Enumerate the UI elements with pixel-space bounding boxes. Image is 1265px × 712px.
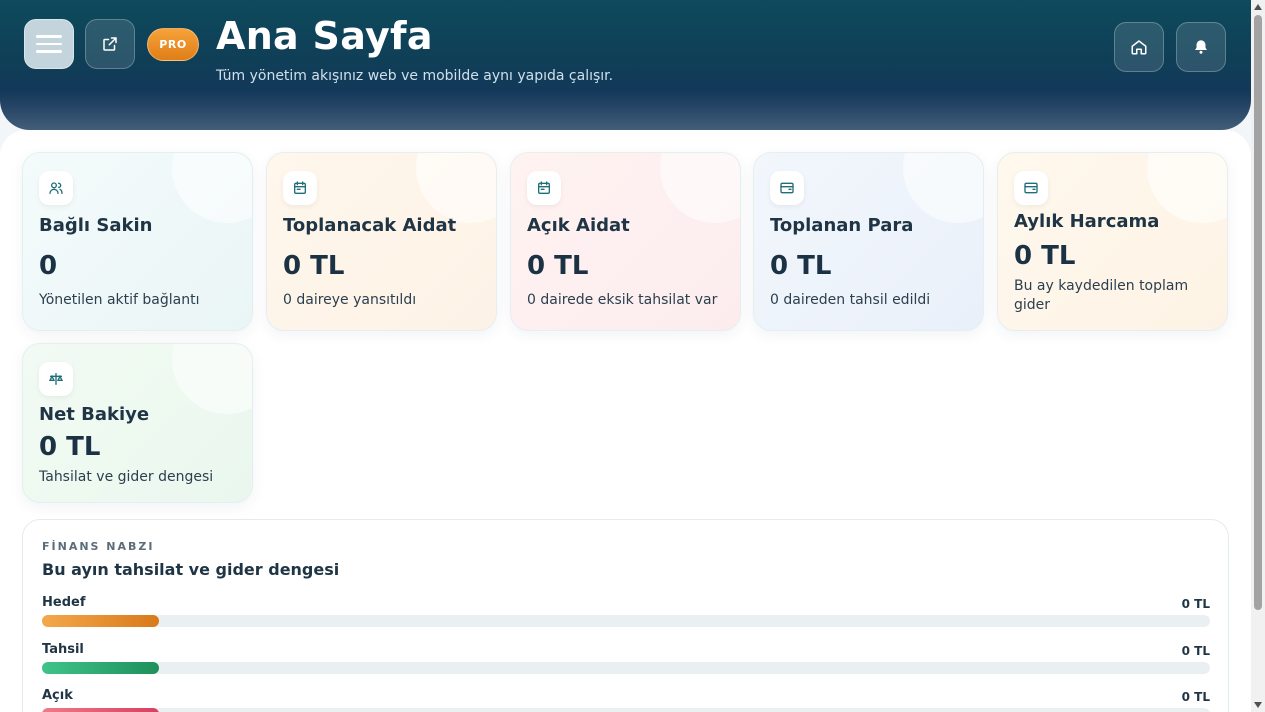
- stat-card-collected[interactable]: Toplanan Para 0 TL 0 daireden tahsil edi…: [753, 152, 984, 331]
- home-button[interactable]: [1114, 22, 1164, 72]
- stat-card-open-dues[interactable]: Açık Aidat 0 TL 0 dairede eksik tahsilat…: [510, 152, 741, 331]
- card-title: Net Bakiye: [39, 404, 150, 425]
- card-title: Toplanan Para: [770, 215, 914, 236]
- vertical-scrollbar[interactable]: [1251, 0, 1265, 712]
- progress-row-target: Hedef 0 TL: [42, 595, 1210, 631]
- stat-card-dues-to-collect[interactable]: Toplanacak Aidat 0 TL 0 daireye yansıtıl…: [266, 152, 497, 331]
- scroll-down-arrow-icon[interactable]: [1254, 702, 1262, 708]
- notifications-button[interactable]: [1176, 22, 1226, 72]
- home-icon: [1131, 40, 1147, 55]
- app-page: PRO Ana Sayfa Tüm yönetim akışınız web v…: [0, 0, 1251, 712]
- card-title: Açık Aidat: [527, 215, 630, 236]
- progress-row-open: Açık 0 TL: [42, 688, 1210, 712]
- stat-card-residents[interactable]: Bağlı Sakin 0 Yönetilen aktif bağlantı: [22, 152, 253, 331]
- card-value: 0 TL: [770, 251, 832, 281]
- card-description: Tahsilat ve gider dengesi: [39, 469, 214, 485]
- page-subtitle: Tüm yönetim akışınız web ve mobilde aynı…: [216, 68, 614, 84]
- progress-label: Tahsil: [42, 642, 84, 657]
- finance-pulse-panel: FİNANS NABZI Bu ayın tahsilat ve gider d…: [22, 519, 1229, 712]
- card-title: Bağlı Sakin: [39, 215, 153, 236]
- card-value: 0 TL: [39, 432, 101, 462]
- bell-icon: [1195, 40, 1207, 54]
- card-value: 0 TL: [527, 251, 589, 281]
- calendar-icon: [527, 171, 561, 205]
- card-description: Bu ay kaydedilen toplam gider: [1014, 278, 1189, 313]
- page-header: PRO Ana Sayfa Tüm yönetim akışınız web v…: [0, 0, 1251, 130]
- card-title: Aylık Harcama: [1014, 211, 1160, 232]
- page-title: Ana Sayfa: [216, 14, 433, 58]
- progress-row-collected: Tahsil 0 TL: [42, 642, 1210, 678]
- calendar-icon: [283, 171, 317, 205]
- card-description: 0 dairede eksik tahsilat var: [527, 292, 718, 308]
- progress-value: 0 TL: [1181, 644, 1210, 658]
- card-description: 0 daireye yansıtıldı: [283, 292, 417, 308]
- card-description: 0 daireden tahsil edildi: [770, 292, 931, 308]
- progress-value: 0 TL: [1181, 690, 1210, 704]
- wallet-icon: [770, 171, 804, 205]
- stat-card-net-balance[interactable]: Net Bakiye 0 TL Tahsilat ve gider denges…: [22, 343, 253, 503]
- section-eyebrow: FİNANS NABZI: [42, 540, 155, 553]
- menu-button[interactable]: [24, 19, 74, 69]
- progress-fill: [42, 662, 159, 674]
- card-description: Yönetilen aktif bağlantı: [39, 292, 200, 308]
- open-external-button[interactable]: [85, 19, 135, 69]
- section-title: Bu ayın tahsilat ve gider dengesi: [42, 560, 340, 579]
- external-link-icon: [103, 37, 117, 51]
- scale-icon: [39, 362, 73, 396]
- card-title: Toplanacak Aidat: [283, 215, 457, 236]
- progress-label: Hedef: [42, 595, 86, 610]
- progress-track: [42, 708, 1210, 712]
- wallet-icon: [1014, 171, 1048, 205]
- card-value: 0 TL: [283, 251, 345, 281]
- pro-badge: PRO: [147, 28, 199, 61]
- progress-track: [42, 662, 1210, 674]
- progress-track: [42, 615, 1210, 627]
- menu-icon: [36, 35, 62, 53]
- users-icon: [39, 171, 73, 205]
- progress-fill: [42, 708, 159, 712]
- stat-card-monthly-expense[interactable]: Aylık Harcama 0 TL Bu ay kaydedilen topl…: [997, 152, 1228, 331]
- card-value: 0: [39, 251, 58, 281]
- card-value: 0 TL: [1014, 241, 1076, 271]
- scrollbar-thumb[interactable]: [1254, 15, 1262, 610]
- scroll-up-arrow-icon[interactable]: [1254, 4, 1262, 10]
- progress-label: Açık: [42, 688, 73, 703]
- progress-value: 0 TL: [1181, 597, 1210, 611]
- progress-fill: [42, 615, 159, 627]
